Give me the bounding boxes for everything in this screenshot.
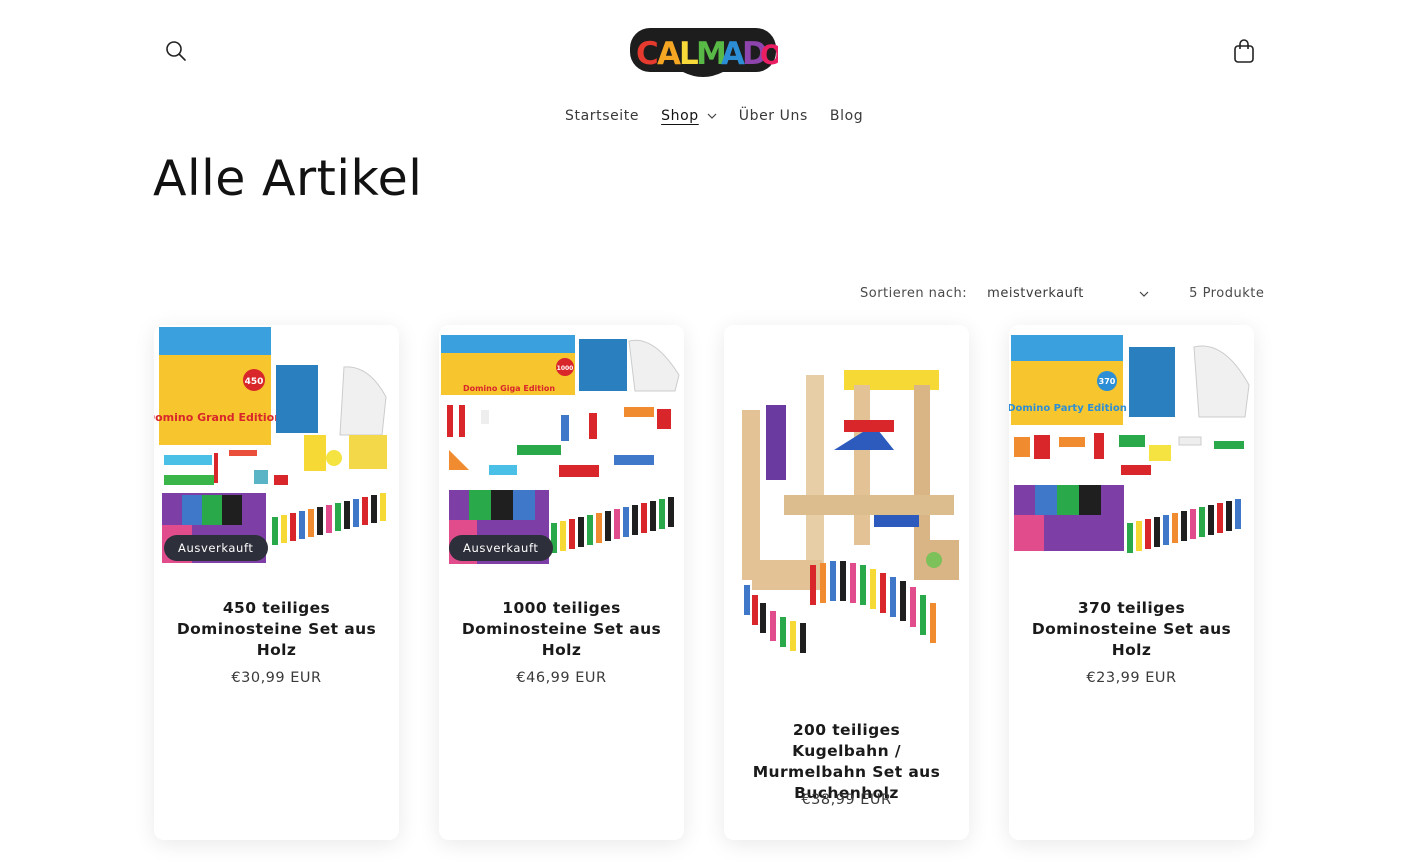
nav-item-shop-label: Shop	[661, 108, 699, 124]
product-image[interactable]	[724, 325, 969, 670]
svg-text:A: A	[657, 36, 681, 72]
sort-select[interactable]: meistverkauft	[987, 286, 1155, 301]
svg-text:370: 370	[1099, 377, 1116, 386]
product-price: €23,99 EUR	[1086, 670, 1177, 686]
svg-text:Domino Giga Edition: Domino Giga Edition	[463, 384, 555, 393]
sold-out-badge: Ausverkauft	[164, 535, 268, 561]
product-count: 5 Produkte	[1189, 286, 1265, 301]
product-card[interactable]: Domino Party Edition 370 370 teiliges Do…	[1009, 325, 1254, 840]
chevron-down-icon	[707, 113, 717, 119]
sort-selected-value: meistverkauft	[987, 286, 1084, 301]
product-image[interactable]: Domino Giga Edition 1000	[439, 325, 684, 570]
svg-text:Domino Grand Edition: Domino Grand Edition	[154, 411, 282, 424]
sold-out-badge: Ausverkauft	[449, 535, 553, 561]
product-card[interactable]: Domino Grand Edition 450 Ausverkauft 450…	[154, 325, 399, 840]
site-header: C A L M A D O Startseite Shop Über Uns B…	[0, 0, 1410, 150]
svg-text:O: O	[760, 40, 778, 71]
nav-item-startseite[interactable]: Startseite	[565, 108, 639, 124]
search-icon[interactable]	[163, 38, 189, 64]
product-image[interactable]: Domino Grand Edition 450	[154, 325, 399, 570]
nav-item-blog[interactable]: Blog	[830, 108, 863, 124]
svg-text:1000: 1000	[557, 365, 574, 372]
sort-bar: Sortieren nach: meistverkauft 5 Produkte	[860, 286, 1264, 301]
svg-text:450: 450	[245, 377, 264, 387]
product-title[interactable]: 1000 teiliges Dominosteine Set aus Holz	[439, 598, 684, 661]
brand-logo[interactable]: C A L M A D O	[628, 20, 783, 82]
page-title: Alle Artikel	[153, 150, 423, 207]
nav-item-ueber-uns[interactable]: Über Uns	[739, 108, 808, 124]
nav-item-shop[interactable]: Shop	[661, 108, 717, 124]
product-price: €46,99 EUR	[516, 670, 607, 686]
chevron-down-icon	[1139, 291, 1149, 297]
product-price: €30,99 EUR	[231, 670, 322, 686]
product-title[interactable]: 370 teiliges Dominosteine Set aus Holz	[1009, 598, 1254, 661]
product-price: €38,99 EUR	[801, 792, 892, 808]
svg-text:Domino Party Edition: Domino Party Edition	[1009, 403, 1127, 414]
product-title[interactable]: 450 teiliges Dominosteine Set aus Holz	[154, 598, 399, 661]
product-card[interactable]: Domino Giga Edition 1000 Ausverkauft 100…	[439, 325, 684, 840]
sort-label: Sortieren nach:	[860, 286, 968, 301]
cart-icon[interactable]	[1231, 37, 1257, 65]
product-card[interactable]: 200 teiliges Kugelbahn / Murmelbahn Set …	[724, 325, 969, 840]
product-image[interactable]: Domino Party Edition 370	[1009, 325, 1254, 570]
svg-text:C: C	[636, 36, 658, 72]
